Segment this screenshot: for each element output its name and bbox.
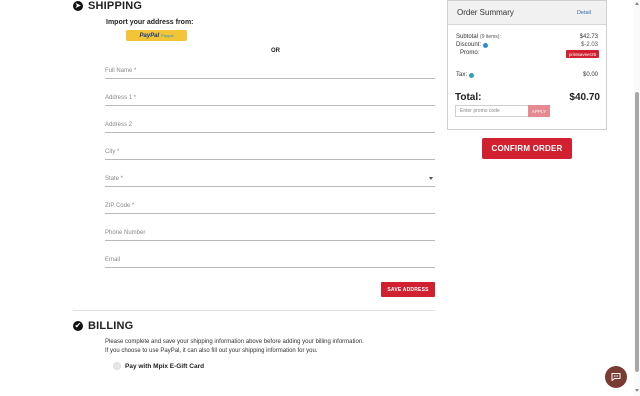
email-field[interactable]: Email: [105, 254, 435, 268]
total-value: $40.70: [569, 92, 600, 103]
chat-bubble-icon: [611, 373, 621, 381]
billing-title: BILLING: [88, 320, 134, 332]
chat-button[interactable]: [605, 366, 627, 388]
billing-message-line1: Please complete and save your shipping i…: [105, 339, 364, 345]
gift-card-label: Pay with Mpix E-Gift Card: [125, 362, 205, 370]
save-address-button[interactable]: SAVE ADDRESS: [381, 282, 435, 297]
apply-promo-button[interactable]: APPLY: [528, 105, 550, 117]
billing-message: Please complete and save your shipping i…: [105, 338, 364, 355]
paypal-logo: PayPal: [139, 32, 160, 39]
scroll-down-arrow-icon[interactable]: [635, 389, 639, 392]
total-label: Total:: [455, 92, 482, 103]
state-select[interactable]: State *: [105, 173, 435, 187]
or-separator: OR: [271, 48, 280, 54]
address2-field[interactable]: Address 2: [105, 119, 435, 133]
tax-value: $0.00: [582, 72, 598, 78]
order-summary-title: Order Summary: [457, 8, 514, 17]
section-divider: [73, 310, 435, 311]
promo-code-input[interactable]: Enter promo code: [455, 105, 529, 117]
tax-info-icon[interactable]: [469, 72, 475, 78]
subtotal-row: Subtotal (9 items): $42.73: [456, 34, 598, 40]
billing-message-line2: If you choose to use PayPal, it can also…: [105, 347, 318, 354]
total-row: Total: $40.70: [455, 92, 600, 103]
tax-row: Tax: $0.00: [456, 72, 598, 78]
paypal-sublabel: Paypal: [161, 33, 174, 38]
discount-row: Discount: $-2.03: [456, 42, 598, 48]
phone-field[interactable]: Phone Number: [105, 227, 435, 241]
full-name-field[interactable]: Full Name *: [105, 65, 435, 79]
import-address-label: Import your address from:: [106, 19, 194, 26]
subtotal-value: $42.73: [579, 34, 598, 40]
address1-placeholder: Address 1 *: [105, 95, 137, 101]
subtotal-items: (9 items):: [480, 34, 501, 40]
detail-link[interactable]: Detail: [577, 10, 591, 16]
address1-field[interactable]: Address 1 *: [105, 92, 435, 106]
promo-code-badge: printsaveer25: [566, 50, 599, 58]
discount-info-icon[interactable]: [483, 42, 489, 48]
scroll-up-arrow-icon[interactable]: [635, 2, 639, 5]
state-placeholder: State *: [105, 176, 124, 182]
discount-value: $-2.03: [580, 42, 598, 48]
arrow-right-circle-icon: ➤: [73, 1, 83, 11]
address2-placeholder: Address 2: [105, 122, 133, 128]
shipping-title: SHIPPING: [88, 0, 143, 12]
tax-label: Tax:: [456, 72, 468, 78]
shipping-header: ➤ SHIPPING: [73, 0, 142, 12]
check-circle-icon: ✔: [73, 321, 83, 331]
paypal-import-button[interactable]: PayPal Paypal: [126, 30, 187, 41]
email-placeholder: Email: [105, 257, 121, 263]
zip-placeholder: ZIP Code *: [105, 203, 135, 209]
scrollbar-thumb[interactable]: [635, 92, 639, 372]
promo-label: Promo:: [460, 50, 480, 56]
billing-header: ✔ BILLING: [73, 320, 133, 332]
gift-card-radio[interactable]: [113, 362, 121, 370]
phone-placeholder: Phone Number: [105, 230, 146, 236]
order-summary-header: Order Summary Detail: [448, 1, 606, 25]
chevron-down-icon: [429, 177, 433, 180]
subtotal-label: Subtotal: [456, 34, 479, 40]
discount-label: Discount:: [456, 42, 482, 48]
city-field[interactable]: City *: [105, 146, 435, 160]
full-name-placeholder: Full Name *: [105, 68, 137, 74]
gift-card-option[interactable]: Pay with Mpix E-Gift Card: [113, 362, 204, 370]
zip-field[interactable]: ZIP Code *: [105, 200, 435, 214]
city-placeholder: City *: [105, 149, 120, 155]
confirm-order-button[interactable]: CONFIRM ORDER: [482, 138, 572, 159]
